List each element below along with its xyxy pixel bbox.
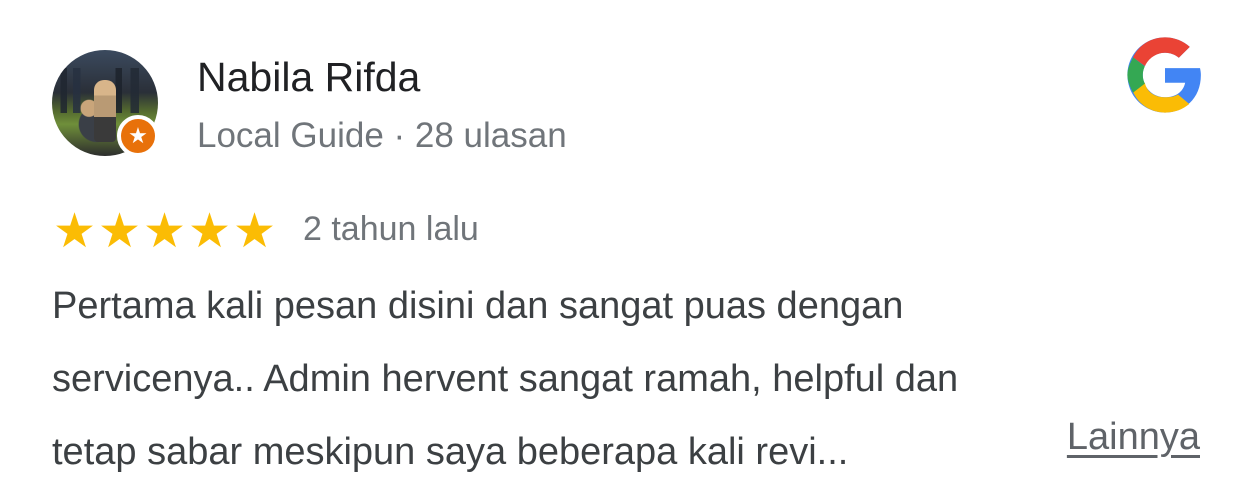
star-icon: ★ [187,203,232,259]
star-icon: ★ [52,203,97,259]
star-icon: ★ [232,203,277,259]
avatar-person [94,80,116,142]
review-line: servicenya.. Admin hervent sangat ramah,… [52,358,959,400]
review-line: Pertama kali pesan disini dan sangat pua… [52,285,904,327]
review-date: 2 tahun lalu [303,210,479,248]
google-g-icon [1127,37,1201,113]
star-icon: ★ [142,203,187,259]
more-link[interactable]: Lainnya [1067,416,1200,459]
local-guide-badge-icon: ★ [117,115,159,157]
star-icon: ★ [97,203,142,259]
review-line: tetap sabar meskipun saya beberapa kali … [52,431,849,473]
review-text: Pertama kali pesan disini dan sangat pua… [52,270,1232,489]
reviewer-meta: Local Guide · 28 ulasan [197,116,567,155]
rating-stars: ★ ★ ★ ★ ★ [52,206,277,256]
reviewer-name[interactable]: Nabila Rifda [197,54,420,101]
